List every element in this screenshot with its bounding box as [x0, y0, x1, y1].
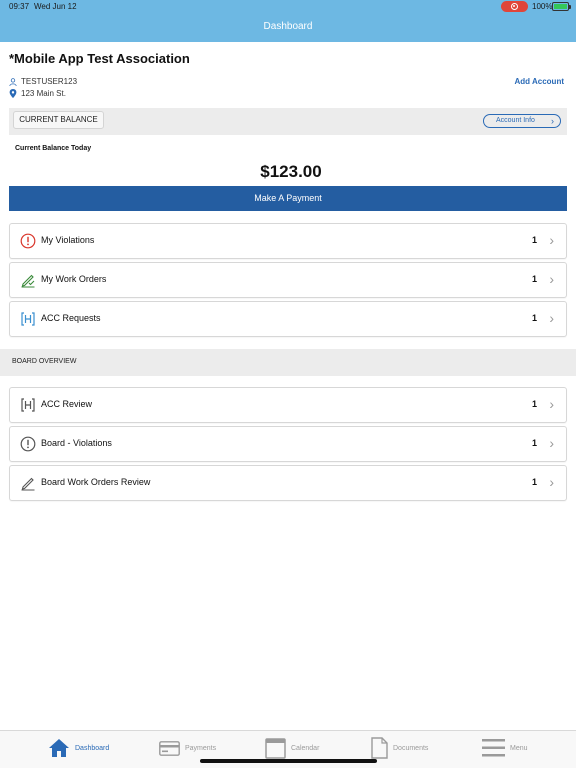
top-bar: 09:37 Wed Jun 12 100% Dashboard — [0, 0, 576, 42]
battery-percent: 100% — [532, 2, 553, 11]
document-icon — [371, 737, 388, 759]
list-item-acc-requests[interactable]: ACC Requests 1 › — [9, 301, 567, 337]
balance-bar: CURRENT BALANCE Account Info › — [9, 108, 567, 135]
pen-check-icon — [21, 274, 35, 288]
current-balance-label: Current Balance Today — [15, 145, 92, 152]
chevron-right-icon: › — [549, 232, 554, 248]
chevron-right-icon: › — [549, 310, 554, 326]
bracket-icon — [21, 312, 35, 326]
list-item-board-work-orders-review[interactable]: Board Work Orders Review 1 › — [9, 465, 567, 501]
screen-recording-icon[interactable] — [501, 1, 528, 12]
current-balance-tab[interactable]: CURRENT BALANCE — [13, 111, 104, 129]
account-info-label: Account Info — [496, 117, 535, 124]
username: TESTUSER123 — [21, 77, 78, 86]
chevron-right-icon: › — [549, 474, 554, 490]
user-row: TESTUSER123 — [9, 77, 77, 86]
tab-label: Menu — [510, 744, 528, 752]
status-date: Wed Jun 12 — [34, 2, 77, 11]
user-icon — [9, 77, 17, 86]
item-label: My Violations — [41, 235, 95, 245]
address: 123 Main St. — [21, 89, 66, 98]
item-count: 1 — [531, 313, 537, 323]
item-count: 1 — [531, 235, 537, 245]
item-label: ACC Review — [41, 399, 93, 409]
card-icon — [159, 740, 180, 756]
chevron-right-icon: › — [549, 435, 554, 451]
item-count: 1 — [531, 399, 537, 409]
pen-icon — [21, 477, 35, 491]
list-item-acc-review[interactable]: ACC Review 1 › — [9, 387, 567, 423]
section-title: BOARD OVERVIEW — [12, 358, 77, 365]
list-item-my-violations[interactable]: My Violations 1 › — [9, 223, 567, 259]
item-label: Board - Violations — [41, 438, 112, 448]
chevron-right-icon: › — [549, 271, 554, 287]
tab-payments[interactable]: Payments — [159, 736, 216, 760]
location-pin-icon — [9, 89, 17, 98]
home-indicator[interactable] — [200, 759, 377, 763]
alert-circle-icon — [20, 233, 36, 249]
menu-icon — [482, 739, 505, 757]
item-label: Board Work Orders Review — [41, 477, 151, 487]
item-count: 1 — [531, 438, 537, 448]
association-name: *Mobile App Test Association — [9, 51, 190, 66]
item-count: 1 — [531, 477, 537, 487]
chevron-right-icon: › — [549, 396, 554, 412]
item-label: My Work Orders — [41, 274, 107, 284]
home-icon — [49, 739, 69, 757]
status-time: 09:37 — [9, 2, 30, 11]
item-count: 1 — [531, 274, 537, 284]
list-item-board-violations[interactable]: Board - Violations 1 › — [9, 426, 567, 462]
account-info-button[interactable]: Account Info › — [483, 114, 561, 128]
tab-label: Calendar — [291, 744, 320, 752]
board-overview-header: BOARD OVERVIEW — [0, 349, 576, 376]
tab-calendar[interactable]: Calendar — [265, 736, 319, 760]
make-payment-button[interactable]: Make A Payment — [9, 186, 567, 211]
chevron-right-icon: › — [551, 116, 554, 126]
calendar-icon — [265, 738, 286, 759]
tab-menu[interactable]: Menu — [482, 736, 528, 760]
tab-label: Dashboard — [75, 744, 110, 752]
battery-icon — [552, 2, 571, 11]
tab-label: Documents — [393, 744, 429, 752]
balance-amount: $123.00 — [260, 162, 322, 181]
add-account-link[interactable]: Add Account — [515, 77, 564, 86]
tab-dashboard[interactable]: Dashboard — [48, 736, 109, 760]
item-label: ACC Requests — [41, 313, 101, 323]
address-row: 123 Main St. — [9, 89, 66, 98]
bracket-icon — [21, 398, 35, 412]
alert-circle-icon — [20, 436, 36, 452]
tab-documents[interactable]: Documents — [371, 736, 428, 760]
page-title: Dashboard — [263, 21, 313, 32]
tab-label: Payments — [185, 744, 217, 752]
list-item-my-work-orders[interactable]: My Work Orders 1 › — [9, 262, 567, 298]
